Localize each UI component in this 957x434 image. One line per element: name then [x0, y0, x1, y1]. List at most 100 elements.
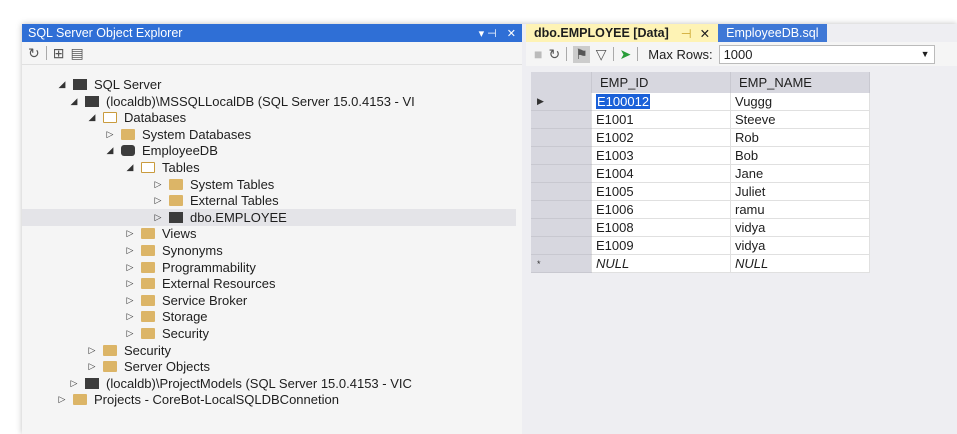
expand-arrow-icon[interactable]: ▷: [124, 278, 136, 289]
cell-emp-id[interactable]: E1009: [591, 236, 731, 255]
pin-icon[interactable]: ▾ ⊣: [479, 27, 497, 40]
row-header[interactable]: [531, 218, 592, 237]
row-header[interactable]: [531, 200, 592, 219]
cell-emp-id[interactable]: E1001: [591, 110, 731, 129]
tree-node[interactable]: ▷ Views: [124, 225, 197, 242]
table-row[interactable]: E1008 vidya: [531, 218, 870, 237]
chevron-down-icon[interactable]: ▼: [921, 49, 930, 59]
tree-node[interactable]: ▷ Projects - CoreBot-LocalSQLDBConnetion: [56, 391, 339, 408]
tab-employeedb-sql[interactable]: EmployeeDB.sql: [718, 24, 827, 42]
table-row[interactable]: E1005 Juliet: [531, 182, 870, 201]
expand-arrow-icon[interactable]: ▷: [86, 345, 98, 356]
cell-emp-name[interactable]: Rob: [730, 128, 870, 147]
cell-emp-id[interactable]: E1002: [591, 128, 731, 147]
table-row[interactable]: E1003 Bob: [531, 146, 870, 165]
tree-node[interactable]: ▷ System Tables: [152, 176, 275, 193]
row-header[interactable]: [531, 236, 592, 255]
cell-emp-id[interactable]: NULL: [591, 254, 731, 273]
row-header[interactable]: [531, 110, 592, 129]
table-row[interactable]: E1004 Jane: [531, 164, 870, 183]
expand-arrow-icon[interactable]: ▷: [124, 328, 136, 339]
cell-emp-name[interactable]: NULL: [730, 254, 870, 273]
add-server-icon[interactable]: ⊞: [53, 45, 65, 62]
tab-close-icon[interactable]: ✕: [700, 26, 710, 41]
row-header[interactable]: *: [531, 254, 592, 273]
tree-node[interactable]: ▷ Synonyms: [124, 242, 223, 259]
tree-node[interactable]: ▷ (localdb)\ProjectModels (SQL Server 15.…: [68, 375, 412, 392]
cell-emp-name[interactable]: Steeve: [730, 110, 870, 129]
table-row[interactable]: E1006 ramu: [531, 200, 870, 219]
sort-filter-icon[interactable]: ⚑: [573, 45, 590, 63]
refresh-icon[interactable]: ↻: [28, 45, 40, 62]
max-rows-select[interactable]: 1000 ▼: [718, 44, 935, 64]
row-header[interactable]: [531, 182, 592, 201]
cell-emp-id[interactable]: E1008: [591, 218, 731, 237]
tree-node[interactable]: ▷ Service Broker: [124, 292, 248, 309]
table-row[interactable]: E1009 vidya: [531, 236, 870, 255]
table-row[interactable]: E1002 Rob: [531, 128, 870, 147]
script-icon[interactable]: ➤: [620, 46, 632, 63]
tree-node[interactable]: ◢ Tables: [124, 159, 200, 176]
table-row[interactable]: E1001 Steeve: [531, 110, 870, 129]
tree-node[interactable]: ▷ Security: [86, 342, 171, 359]
tree-node[interactable]: ▷ Programmability: [124, 259, 256, 276]
tree-node[interactable]: ▷ External Tables: [152, 192, 279, 209]
collapse-arrow-icon[interactable]: ◢: [86, 112, 98, 123]
tree-node[interactable]: ▷ Security: [124, 325, 209, 342]
tree-node[interactable]: ▷ External Resources: [124, 275, 276, 292]
expand-arrow-icon[interactable]: ▷: [152, 212, 164, 223]
cell-emp-name[interactable]: Bob: [730, 146, 870, 165]
tab-pin-icon[interactable]: ⊣: [681, 26, 692, 41]
cell-emp-name[interactable]: ramu: [730, 200, 870, 219]
expand-arrow-icon[interactable]: ▷: [152, 179, 164, 190]
refresh-icon[interactable]: ↻: [548, 46, 560, 63]
tree-node[interactable]: ▷ dbo.EMPLOYEE: [152, 209, 287, 226]
expand-arrow-icon[interactable]: ▷: [124, 295, 136, 306]
add-project-icon[interactable]: ▤: [70, 45, 83, 62]
tab-employee-data[interactable]: dbo.EMPLOYEE [Data] ⊣ ✕: [526, 24, 719, 42]
expand-arrow-icon[interactable]: ▷: [86, 361, 98, 372]
collapse-arrow-icon[interactable]: ◢: [124, 162, 136, 173]
expand-arrow-icon[interactable]: ▷: [124, 311, 136, 322]
collapse-arrow-icon[interactable]: ◢: [68, 96, 80, 107]
tree-node[interactable]: ▷ Server Objects: [86, 358, 210, 375]
row-header[interactable]: [531, 146, 592, 165]
expand-arrow-icon[interactable]: ▷: [124, 245, 136, 256]
tree-node[interactable]: ◢ (localdb)\MSSQLLocalDB (SQL Server 15.0…: [68, 93, 415, 110]
expand-arrow-icon[interactable]: ▷: [124, 228, 136, 239]
row-header[interactable]: [531, 164, 592, 183]
folder-icon: [141, 245, 155, 256]
stop-icon[interactable]: ■: [534, 46, 542, 62]
cell-emp-name[interactable]: Juliet: [730, 182, 870, 201]
expand-arrow-icon[interactable]: ▷: [68, 378, 80, 389]
table-row[interactable]: ▶ E100012 Vuggg: [531, 93, 870, 111]
expand-arrow-icon[interactable]: ▷: [124, 262, 136, 273]
cell-emp-id[interactable]: E1005: [591, 182, 731, 201]
cell-emp-id[interactable]: E1003: [591, 146, 731, 165]
cell-emp-name[interactable]: vidya: [730, 236, 870, 255]
table-row[interactable]: * NULL NULL: [531, 254, 870, 273]
expand-arrow-icon[interactable]: ▷: [104, 129, 116, 140]
tree-node[interactable]: ◢ Databases: [86, 109, 187, 126]
cell-emp-name[interactable]: vidya: [730, 218, 870, 237]
cell-emp-id[interactable]: E1006: [591, 200, 731, 219]
tree-node[interactable]: ▷ Storage: [124, 308, 208, 325]
cell-emp-id[interactable]: E1004: [591, 164, 731, 183]
row-header[interactable]: [531, 128, 592, 147]
cell-emp-name[interactable]: Jane: [730, 164, 870, 183]
column-header-emp-name[interactable]: EMP_NAME: [730, 72, 870, 93]
cell-emp-id[interactable]: E100012: [591, 93, 731, 111]
column-header-emp-id[interactable]: EMP_ID: [591, 72, 731, 93]
tree-node[interactable]: ◢ SQL Server: [56, 76, 162, 93]
filter-icon[interactable]: ▽: [596, 46, 607, 63]
expand-arrow-icon[interactable]: ▷: [152, 195, 164, 206]
row-header[interactable]: ▶: [531, 93, 592, 111]
collapse-arrow-icon[interactable]: ◢: [104, 145, 116, 156]
tree-node[interactable]: ◢ EmployeeDB: [104, 142, 218, 159]
collapse-arrow-icon[interactable]: ◢: [56, 79, 68, 90]
cell-emp-name[interactable]: Vuggg: [730, 93, 870, 111]
tree-node[interactable]: ▷ System Databases: [104, 126, 252, 143]
expand-arrow-icon[interactable]: ▷: [56, 394, 68, 405]
tree-node-label: External Tables: [190, 193, 279, 209]
close-icon[interactable]: ✕: [507, 27, 516, 40]
